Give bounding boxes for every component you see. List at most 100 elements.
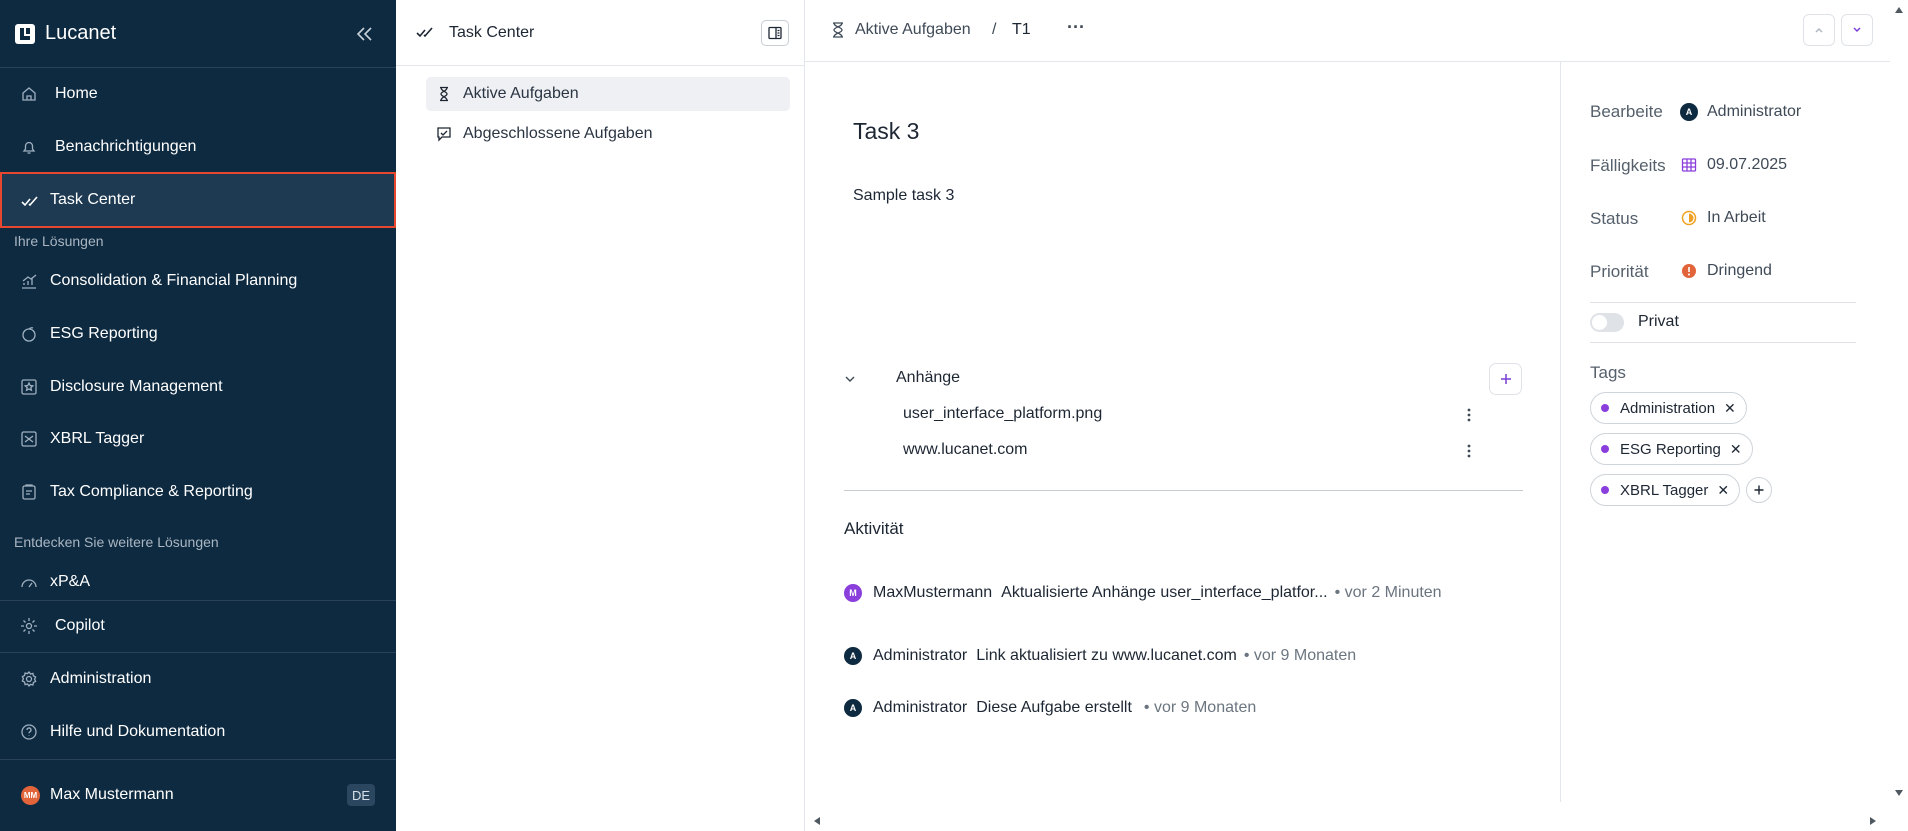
sidebar-item-xbrl-tagger[interactable]: XBRL Tagger: [0, 417, 396, 461]
remove-tag-icon[interactable]: ✕: [1724, 400, 1736, 417]
attachments-heading: Anhänge: [896, 369, 961, 386]
activity-item: A Administrator Link aktualisiert zu www…: [844, 645, 1356, 667]
assignee-value[interactable]: Administrator: [1707, 103, 1801, 121]
kebab-menu-icon[interactable]: [1461, 407, 1477, 423]
activity-heading: Aktivität: [844, 519, 904, 538]
activity-time: • vor 9 Monaten: [1243, 647, 1357, 664]
activity-time: • vor 2 Minuten: [1334, 584, 1442, 601]
sidebar-item-xpa[interactable]: xP&A: [0, 560, 396, 604]
sidebar-item-label: Disclosure Management: [50, 378, 223, 395]
bell-icon: [20, 138, 38, 156]
status-value[interactable]: In Arbeit: [1707, 209, 1766, 227]
next-task-button[interactable]: [1841, 14, 1873, 46]
collapse-sidebar-icon[interactable]: [352, 22, 376, 46]
chart-icon: [20, 272, 38, 290]
scroll-up-icon[interactable]: [1894, 6, 1904, 14]
sidebar-item-home[interactable]: Home: [0, 72, 396, 116]
brand-logo[interactable]: Lucanet: [14, 22, 116, 45]
task-center-panel: Task Center Aktive Aufgaben Abgeschlosse…: [396, 0, 805, 831]
status-label: Status: [1590, 209, 1639, 228]
panel-header: Task Center: [396, 0, 805, 66]
sidebar-item-task-center[interactable]: Task Center: [0, 172, 396, 228]
sidebar-item-label: Task Center: [50, 191, 136, 208]
kebab-menu-icon[interactable]: [1461, 443, 1477, 459]
gauge-icon: [20, 573, 38, 591]
tag-dot-icon: [1601, 486, 1609, 494]
sidebar-item-label: Consolidation & Financial Planning: [50, 272, 298, 289]
sidebar: Lucanet Home Benachrichtigungen Task Cen…: [0, 0, 396, 831]
previous-task-button[interactable]: [1803, 14, 1835, 46]
plus-icon: [1753, 484, 1765, 496]
priority-label: Priorität: [1590, 262, 1649, 281]
task-title[interactable]: Task 3: [853, 118, 919, 145]
tag-label: Administration: [1620, 399, 1716, 417]
sidebar-item-administration[interactable]: Administration: [0, 657, 396, 701]
priority-urgent-icon: [1681, 263, 1697, 279]
attachment-item[interactable]: www.lucanet.com: [903, 441, 1028, 459]
more-options-icon[interactable]: ···: [1067, 17, 1085, 38]
status-in-progress-icon: [1681, 210, 1697, 226]
sidebar-item-copilot[interactable]: Copilot: [0, 604, 396, 648]
hourglass-icon: [436, 86, 452, 102]
due-date-label: Fälligkeits: [1590, 156, 1666, 175]
breadcrumb-parent[interactable]: Aktive Aufgaben: [855, 21, 971, 39]
scroll-down-icon[interactable]: [1894, 789, 1904, 797]
activity-item: M MaxMustermann Aktualisierte Anhänge us…: [844, 582, 1523, 604]
tags-label: Tags: [1590, 363, 1626, 382]
home-icon: [20, 85, 38, 103]
sidebar-item-esg-reporting[interactable]: ESG Reporting: [0, 312, 396, 356]
lucanet-logo-icon: [14, 23, 36, 45]
assignee-label: Bearbeite: [1590, 102, 1663, 121]
chevron-down-icon: [1851, 24, 1863, 36]
sidebar-item-notifications[interactable]: Benachrichtigungen: [0, 125, 396, 169]
sparkle-icon: [20, 617, 38, 635]
nav-completed-tasks[interactable]: Abgeschlossene Aufgaben: [426, 117, 790, 151]
nav-label: Aktive Aufgaben: [463, 85, 579, 102]
add-attachment-button[interactable]: [1489, 363, 1522, 395]
sidebar-item-consolidation[interactable]: Consolidation & Financial Planning: [0, 259, 396, 303]
remove-tag-icon[interactable]: ✕: [1717, 482, 1729, 499]
help-icon: [20, 723, 38, 741]
scroll-left-icon[interactable]: [813, 816, 821, 826]
tag-label: XBRL Tagger: [1620, 481, 1709, 499]
activity-text: Diese Aufgabe erstellt: [976, 699, 1132, 716]
sidebar-panel-icon: [768, 26, 782, 40]
sidebar-divider: [0, 759, 396, 760]
task-description[interactable]: Sample task 3: [853, 187, 954, 205]
horizontal-scrollbar[interactable]: [805, 810, 1890, 831]
sidebar-item-label: Administration: [50, 670, 152, 687]
section-heading-solutions: Ihre Lösungen: [14, 233, 104, 249]
attachment-item[interactable]: user_interface_platform.png: [903, 405, 1102, 423]
scroll-right-icon[interactable]: [1869, 816, 1877, 826]
sidebar-item-label: Benachrichtigungen: [55, 138, 197, 155]
tag-dot-icon: [1601, 445, 1609, 453]
vertical-scrollbar[interactable]: [1890, 0, 1908, 831]
chevron-down-icon[interactable]: [843, 373, 857, 385]
leaf-icon: [20, 325, 38, 343]
sidebar-item-disclosure-management[interactable]: Disclosure Management: [0, 365, 396, 409]
private-toggle[interactable]: [1590, 313, 1624, 332]
language-badge[interactable]: DE: [347, 784, 375, 806]
properties-divider: [1560, 62, 1561, 802]
activity-text: Link aktualisiert zu www.lucanet.com: [976, 647, 1237, 664]
due-date-value[interactable]: 09.07.2025: [1707, 156, 1787, 174]
private-label: Privat: [1638, 313, 1679, 330]
task-check-icon: [21, 192, 39, 210]
sidebar-item-label: Copilot: [55, 617, 105, 634]
sidebar-item-label: XBRL Tagger: [50, 430, 145, 447]
comment-check-icon: [436, 126, 452, 142]
toggle-panel-button[interactable]: [761, 20, 789, 46]
activity-user: Administrator: [873, 647, 968, 664]
add-tag-button[interactable]: [1746, 477, 1772, 503]
divider: [1590, 342, 1856, 343]
nav-active-tasks[interactable]: Aktive Aufgaben: [426, 77, 790, 111]
user-profile[interactable]: MM Max Mustermann DE: [0, 774, 396, 818]
sidebar-divider: [0, 67, 396, 68]
sidebar-item-tax-compliance[interactable]: Tax Compliance & Reporting: [0, 470, 396, 514]
section-divider: [844, 490, 1523, 491]
sidebar-item-help[interactable]: Hilfe und Dokumentation: [0, 710, 396, 754]
sidebar-item-label: Tax Compliance & Reporting: [50, 483, 253, 500]
remove-tag-icon[interactable]: ✕: [1730, 441, 1742, 458]
star-doc-icon: [20, 378, 38, 396]
priority-value[interactable]: Dringend: [1707, 262, 1772, 280]
